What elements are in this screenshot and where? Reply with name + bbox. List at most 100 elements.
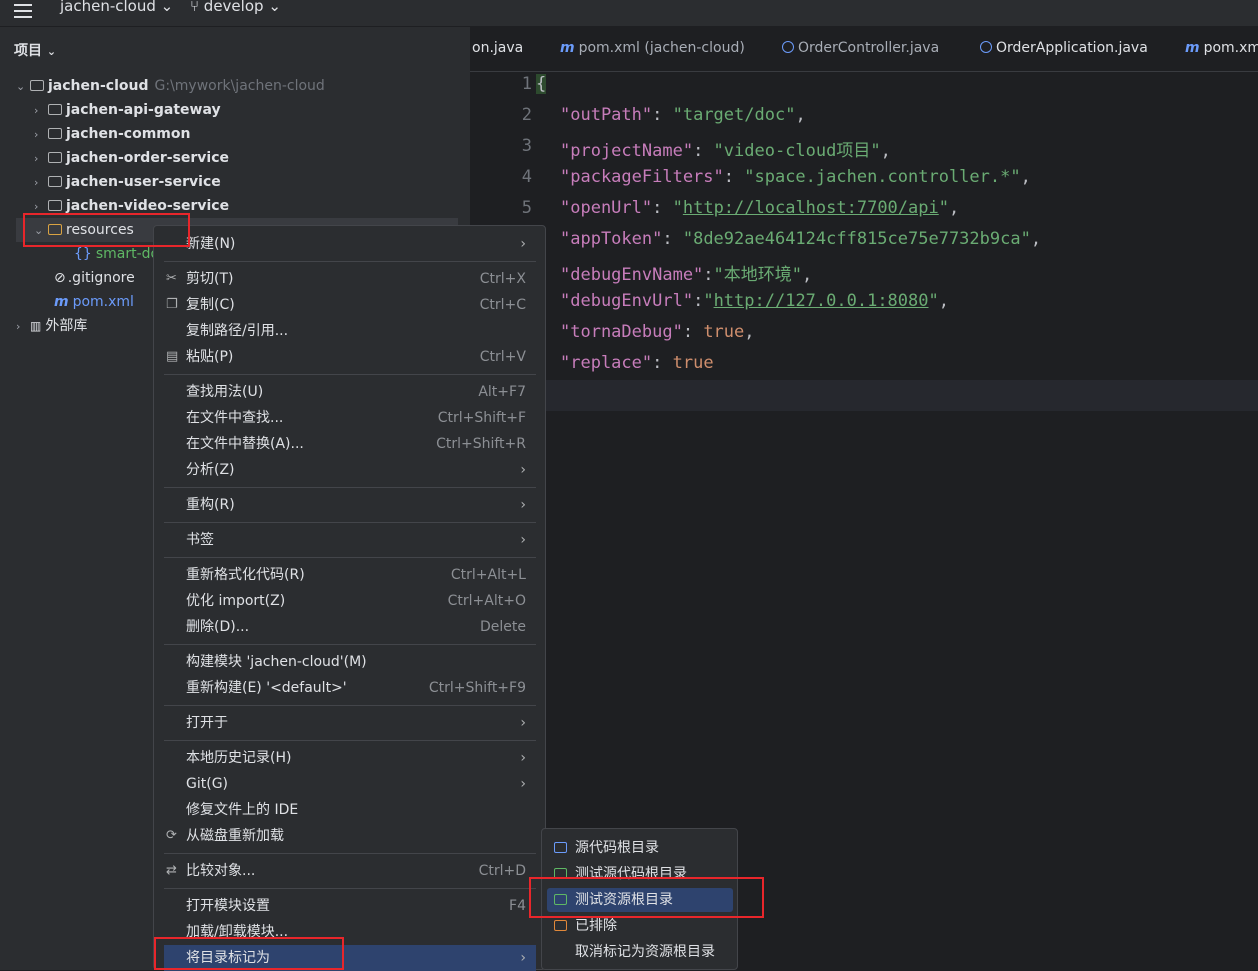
tree-item-module[interactable]: › jachen-common: [34, 122, 190, 146]
module-folder-icon: [48, 176, 62, 187]
menu-item-rebuild[interactable]: 重新构建(E) '<default>' Ctrl+Shift+F9: [164, 675, 536, 701]
menu-item-open-in[interactable]: 打开于 ›: [164, 710, 536, 736]
panel-title[interactable]: 项目 ⌄: [14, 40, 56, 60]
collapse-arrow-icon[interactable]: ›: [34, 147, 48, 171]
menu-separator: [164, 888, 536, 889]
menu-separator: [164, 644, 536, 645]
tab-label: pom.xml (jachen-cloud): [578, 40, 745, 56]
code-line: "replace": true: [560, 353, 714, 373]
code-line: "debugEnvUrl":"http://127.0.0.1:8080",: [560, 291, 949, 311]
chevron-down-icon: ⌄: [268, 0, 281, 15]
file-name: smart-do: [95, 246, 160, 262]
tab-label: OrderController.java: [798, 40, 940, 56]
editor-tab[interactable]: m pom.xml (jachen-cloud): [560, 40, 745, 56]
collapse-arrow-icon[interactable]: ›: [34, 171, 48, 195]
menu-item-find-usages[interactable]: 查找用法(U) Alt+F7: [164, 379, 536, 405]
ignore-file-icon: ⊘: [54, 270, 66, 286]
project-name: jachen-cloud: [60, 0, 156, 15]
submenu-arrow-icon: ›: [520, 532, 526, 548]
url-link[interactable]: http://localhost:7700/api: [683, 198, 939, 218]
reload-icon: ⟳: [166, 828, 177, 843]
menu-item-local-history[interactable]: 本地历史记录(H) ›: [164, 745, 536, 771]
context-menu: 新建(N) › ✂ 剪切(T) Ctrl+X ❐ 复制(C) Ctrl+C 复制路径/引用…: [153, 225, 546, 971]
file-name: .gitignore: [67, 270, 135, 286]
submenu-arrow-icon: ›: [520, 750, 526, 766]
scissors-icon: ✂: [166, 271, 177, 286]
hamburger-menu-icon[interactable]: [14, 0, 34, 18]
module-folder-icon: [48, 152, 62, 163]
highlight-box-mark-dir: [154, 937, 344, 970]
menu-item-reload[interactable]: ⟳ 从磁盘重新加载: [164, 823, 536, 849]
menu-item-copy-path[interactable]: 复制路径/引用...: [164, 318, 536, 344]
module-folder-icon: [48, 200, 62, 211]
menu-item-optimize-imports[interactable]: 优化 import(Z) Ctrl+Alt+O: [164, 588, 536, 614]
line-number: 3: [521, 136, 532, 156]
editor-tab[interactable]: on.java: [472, 40, 523, 56]
menu-item-delete[interactable]: 删除(D)... Delete: [164, 614, 536, 640]
project-switcher[interactable]: jachen-cloud ⌄: [60, 0, 173, 15]
menu-item-find-in-files[interactable]: 在文件中查找... Ctrl+Shift+F: [164, 405, 536, 431]
menu-item-cut[interactable]: ✂ 剪切(T) Ctrl+X: [164, 266, 536, 292]
editor-tab[interactable]: OrderApplication.java: [980, 40, 1148, 56]
tree-item-module[interactable]: › jachen-order-service: [34, 146, 229, 170]
collapse-arrow-icon[interactable]: ›: [34, 99, 48, 123]
menu-item-reformat[interactable]: 重新格式化代码(R) Ctrl+Alt+L: [164, 562, 536, 588]
collapse-arrow-icon[interactable]: ›: [16, 315, 30, 339]
tree-item-module[interactable]: › jachen-user-service: [34, 170, 221, 194]
file-name: pom.xml: [72, 294, 134, 310]
tree-item-file[interactable]: ⊘ .gitignore: [54, 266, 135, 290]
module-folder-icon: [48, 104, 62, 115]
tree-item-external-libraries[interactable]: › ▥ 外部库: [16, 314, 87, 338]
menu-item-paste[interactable]: ▤ 粘贴(P) Ctrl+V: [164, 344, 536, 370]
module-name: jachen-video-service: [66, 198, 230, 214]
editor-tab[interactable]: m pom.xm: [1185, 40, 1258, 56]
tree-item-module[interactable]: › jachen-api-gateway: [34, 98, 221, 122]
json-file-icon: {}: [74, 246, 92, 262]
git-branch-icon: ⑂: [190, 0, 200, 15]
menu-item-build-module[interactable]: 构建模块 'jachen-cloud'(M): [164, 649, 536, 675]
menu-item-refactor[interactable]: 重构(R) ›: [164, 492, 536, 518]
menu-item-bookmarks[interactable]: 书签 ›: [164, 527, 536, 553]
editor-tab[interactable]: OrderController.java: [782, 40, 939, 56]
url-link[interactable]: http://127.0.0.1:8080: [714, 291, 929, 311]
submenu-item-sources-root[interactable]: 源代码根目录: [547, 836, 733, 860]
tab-label: on.java: [472, 40, 524, 56]
tab-label: pom.xm: [1203, 40, 1258, 56]
menu-item-analyze[interactable]: 分析(Z) ›: [164, 457, 536, 483]
code-line: "outPath": "target/doc",: [560, 105, 806, 125]
code-line: "debugEnvName":"本地环境",: [560, 265, 813, 285]
code-line: "appToken": "8de92ae464124cff815ce75e773…: [560, 229, 1042, 249]
class-icon: [782, 41, 794, 53]
expand-arrow-icon[interactable]: ⌄: [16, 75, 30, 99]
module-name: jachen-order-service: [66, 150, 229, 166]
menu-item-compare[interactable]: ⇄ 比较对象... Ctrl+D: [164, 858, 536, 884]
menu-item-module-settings[interactable]: 打开模块设置 F4: [164, 893, 536, 919]
paste-icon: ▤: [166, 349, 179, 364]
excluded-folder-icon: [554, 920, 567, 931]
submenu-arrow-icon: ›: [520, 497, 526, 513]
editor-tabs: on.java m pom.xml (jachen-cloud) OrderCon…: [470, 27, 1258, 72]
maven-icon: m: [54, 294, 69, 310]
external-libs-label: 外部库: [45, 318, 88, 334]
copy-icon: ❐: [166, 297, 178, 312]
code-line: "projectName": "video-cloud项目",: [560, 141, 891, 161]
root-name: jachen-cloud: [48, 78, 149, 94]
code-brace: {: [536, 74, 547, 94]
menu-item-new[interactable]: 新建(N) ›: [164, 231, 536, 257]
tree-root[interactable]: ⌄ jachen-cloud G:\mywork\jachen-cloud: [16, 74, 325, 98]
branch-switcher[interactable]: ⑂ develop ⌄: [190, 0, 281, 15]
submenu-item-unmark[interactable]: 取消标记为资源根目录: [547, 940, 733, 964]
collapse-arrow-icon[interactable]: ›: [34, 123, 48, 147]
sources-folder-icon: [554, 842, 567, 853]
tree-item-file[interactable]: m pom.xml: [54, 290, 134, 314]
menu-separator: [164, 374, 536, 375]
submenu-arrow-icon: ›: [520, 715, 526, 731]
menu-item-git[interactable]: Git(G) ›: [164, 771, 536, 797]
title-bar: jachen-cloud ⌄ ⑂ develop ⌄: [0, 0, 1258, 27]
menu-item-copy[interactable]: ❐ 复制(C) Ctrl+C: [164, 292, 536, 318]
menu-item-replace-in-files[interactable]: 在文件中替换(A)... Ctrl+Shift+R: [164, 431, 536, 457]
highlight-box-test-resources: [529, 877, 764, 918]
line-number: 1: [521, 74, 532, 94]
menu-item-repair-ide[interactable]: 修复文件上的 IDE: [164, 797, 536, 823]
module-name: jachen-common: [66, 126, 191, 142]
